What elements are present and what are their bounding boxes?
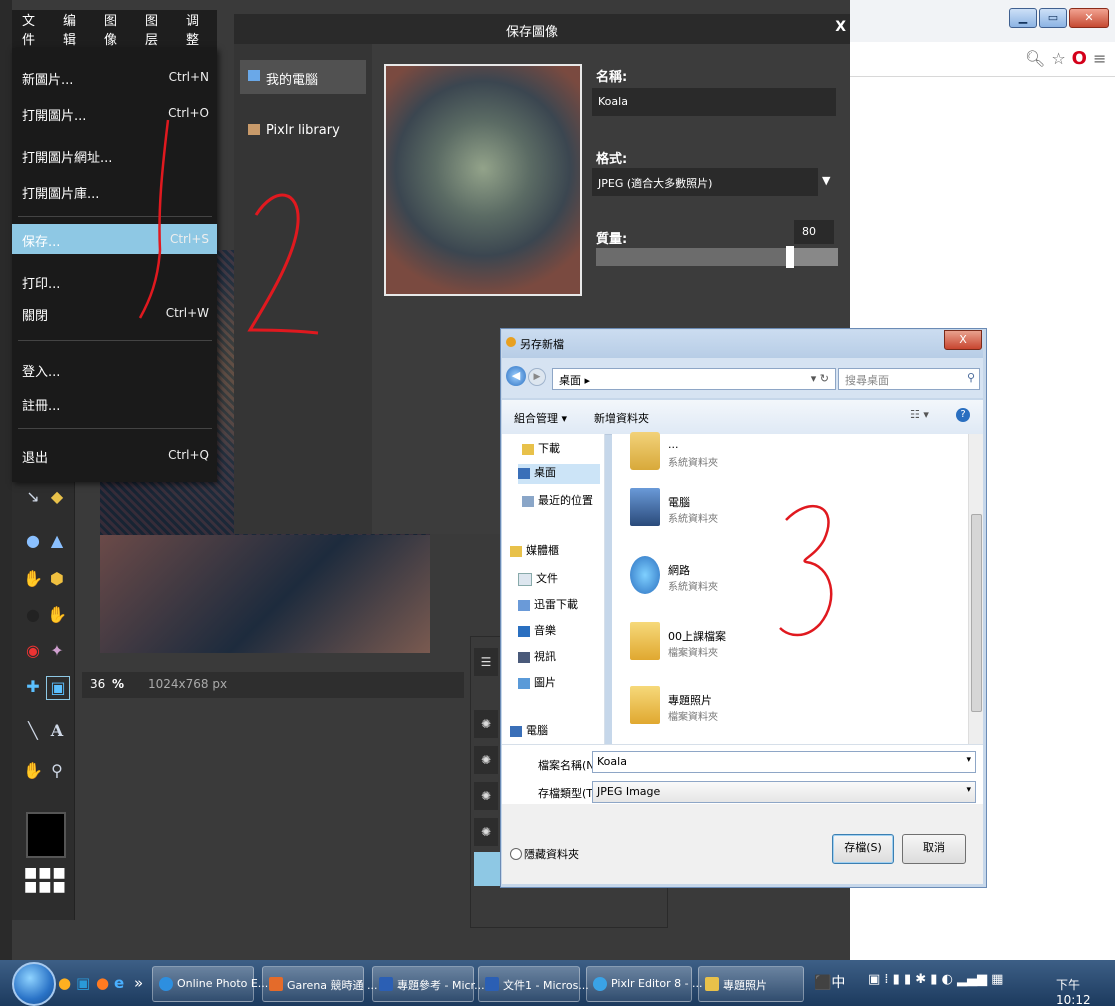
taskbar-clock[interactable]: 下午 10:12: [1056, 976, 1115, 1007]
firefox-icon[interactable]: ●: [96, 974, 109, 992]
taskbar-item-label: Online Photo E...: [177, 977, 269, 990]
word-icon: [485, 977, 499, 991]
start-button[interactable]: [12, 962, 56, 1006]
desktop-icon[interactable]: ▣: [76, 974, 90, 992]
annotation-2-mark: [247, 193, 319, 335]
pixlr-icon: [593, 977, 607, 991]
taskbar-item-word-1[interactable]: 專題參考 - Micr...: [372, 966, 485, 1002]
tray-icons[interactable]: ▣ ⁞ ▮ ▮ ✱ ▮ ◐ ▂▄▆ ▦: [868, 972, 1003, 987]
taskbar-item-label: Pixlr Editor 8 - ...: [611, 977, 703, 990]
chrome-icon: [159, 977, 173, 991]
taskbar-item-garena[interactable]: Garena 競時通 ...: [262, 966, 378, 1002]
taskbar-item-label: 專題參考 - Micr...: [397, 979, 485, 992]
taskbar-item-folder[interactable]: 專題照片: [698, 966, 804, 1002]
more-icon[interactable]: »: [134, 974, 143, 992]
taskbar-item-pixlr[interactable]: Pixlr Editor 8 - ...: [586, 966, 703, 1002]
folder-icon: [705, 977, 719, 991]
qq-icon[interactable]: ●: [58, 974, 71, 992]
annotations-layer: [138, 119, 833, 637]
word-icon: [379, 977, 393, 991]
annotation-3-mark: [779, 504, 833, 637]
ime-icon[interactable]: ⬛中: [814, 972, 845, 992]
annotation-1-mark: [138, 119, 170, 319]
garena-icon: [269, 977, 283, 991]
taskbar-item-label: 文件1 - Micros...: [503, 979, 589, 992]
taskbar-item-word-2[interactable]: 文件1 - Micros...: [478, 966, 589, 1002]
taskbar-item-chrome[interactable]: Online Photo E...: [152, 966, 268, 1002]
ie-icon[interactable]: e: [114, 974, 124, 992]
taskbar-item-label: 專題照片: [723, 979, 767, 992]
taskbar-item-label: Garena 競時通 ...: [287, 979, 378, 992]
